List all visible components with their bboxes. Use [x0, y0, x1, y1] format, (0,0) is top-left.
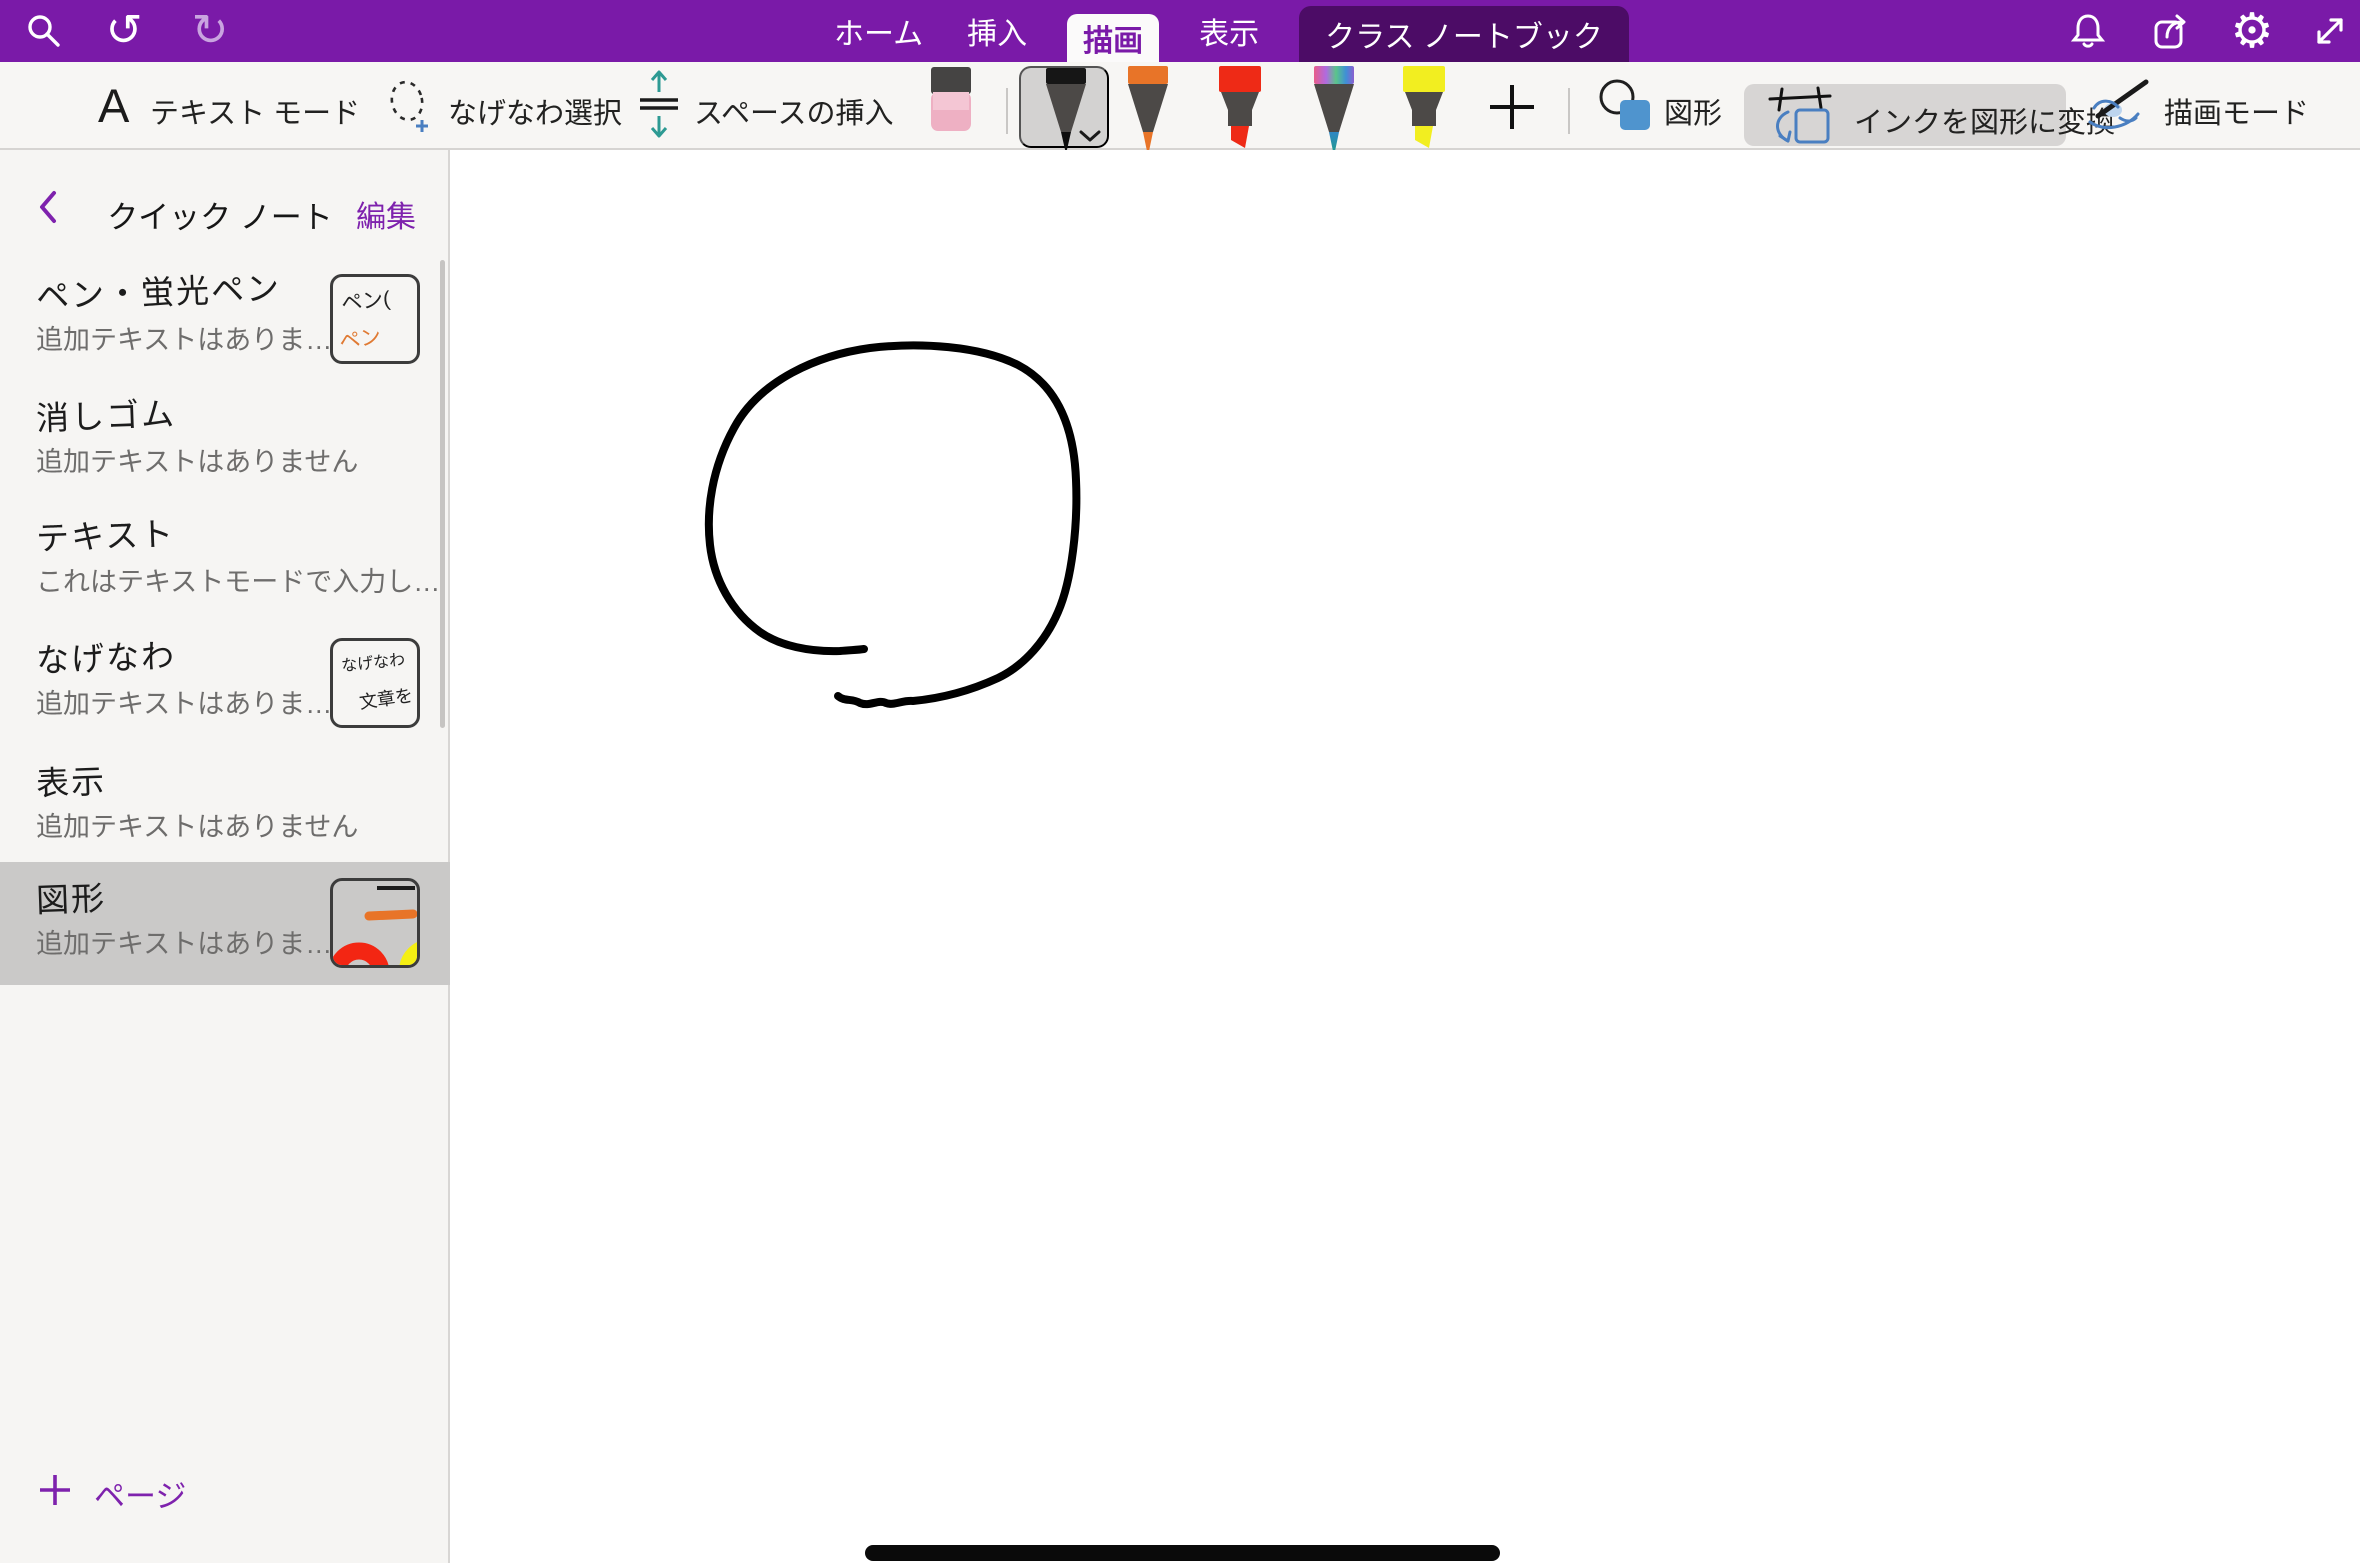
page-list-item[interactable]: 表示 追加テキストはありません: [0, 745, 450, 867]
home-indicator-bar[interactable]: [865, 1545, 1500, 1561]
shapes-label: 図形: [1664, 90, 1722, 132]
plus-icon: [38, 1473, 72, 1507]
thumb-ink-black: ペン(: [340, 283, 392, 318]
page-thumbnail: ペン( ペン: [330, 274, 420, 364]
draw-mode-hand-pen-icon: [2086, 74, 2154, 136]
undo-icon[interactable]: ↺: [96, 0, 152, 62]
tab-insert[interactable]: 挿入: [963, 0, 1031, 62]
text-mode-button[interactable]: A テキスト モード: [96, 76, 336, 136]
fullscreen-expand-icon[interactable]: [2304, 0, 2356, 62]
page-list-sidebar: クイック ノート 編集 ペン・蛍光ペン 追加テキストはありま… ペン( ペン 消…: [0, 150, 450, 1563]
page-thumbnail: [330, 878, 420, 968]
shapes-icon: [1596, 76, 1654, 132]
page-list-item[interactable]: ペン・蛍光ペン 追加テキストはありま… ペン( ペン: [0, 258, 450, 380]
text-mode-label: テキスト モード: [150, 90, 360, 132]
pen-options-chevron-down-icon: [1079, 130, 1101, 142]
page-subtitle: 追加テキストはありません: [36, 805, 358, 844]
draw-mode-label: 描画モード: [2164, 90, 2309, 132]
ink-to-shape-label: インクを図形に変換: [1854, 99, 2115, 141]
notifications-bell-icon[interactable]: [2062, 0, 2114, 62]
page-title-handwritten: 図形: [35, 872, 107, 922]
page-thumbnail: なげなわ 文章を: [330, 638, 420, 728]
page-title-handwritten: なげなわ: [35, 629, 177, 682]
add-pen-button[interactable]: [1488, 82, 1538, 132]
back-chevron-icon[interactable]: [38, 190, 58, 224]
lasso-select-button[interactable]: なげなわ選択: [386, 74, 602, 138]
thumb-ink-orange: ペン: [337, 320, 383, 356]
add-page-button[interactable]: ページ: [0, 1455, 450, 1525]
share-icon[interactable]: [2146, 0, 2198, 62]
edit-button[interactable]: 編集: [356, 192, 416, 236]
redo-icon[interactable]: ↻: [182, 0, 238, 62]
page-subtitle: 追加テキストはありません: [36, 440, 358, 479]
page-list-item-selected[interactable]: 図形 追加テキストはありま…: [0, 862, 450, 985]
rainbow-pen-tool[interactable]: [1312, 66, 1356, 158]
note-canvas[interactable]: [450, 150, 2360, 1563]
page-title-handwritten: ペン・蛍光ペン: [35, 261, 282, 318]
page-title-handwritten: テキスト: [35, 507, 176, 560]
draw-toolbar: A テキスト モード なげなわ選択 スペースの挿入: [0, 62, 2360, 150]
gear-glyph: ⚙: [2230, 7, 2273, 55]
onenote-app: ↺ ↻ ホーム 挿入 描画 表示 クラス ノートブック ⚙ A テキスト モード: [0, 0, 2360, 1563]
tab-view[interactable]: 表示: [1195, 0, 1263, 62]
insert-space-button[interactable]: スペースの挿入: [636, 70, 880, 142]
page-subtitle: 追加テキストはありま…: [36, 922, 332, 961]
search-icon[interactable]: [18, 0, 70, 62]
toolbar-divider: [1568, 88, 1570, 134]
ink-stroke-circle: [450, 150, 2360, 1563]
insert-space-label: スペースの挿入: [694, 90, 894, 132]
page-title-handwritten: 消しゴム: [35, 387, 177, 440]
ink-to-shape-icon: [1762, 86, 1842, 144]
thumb-ink-black: 文章を: [357, 681, 414, 714]
black-pen-tool-selected[interactable]: [1019, 66, 1109, 148]
page-list-item[interactable]: 消しゴム 追加テキストはありません: [0, 380, 450, 502]
settings-gear-icon[interactable]: ⚙: [2226, 0, 2278, 62]
shapes-button[interactable]: 図形: [1596, 76, 1722, 136]
notebook-section-title: クイック ノート: [105, 192, 335, 237]
page-list-item[interactable]: テキスト これはテキストモードで入力し…: [0, 500, 450, 622]
tab-draw[interactable]: 描画: [1067, 14, 1159, 62]
toolbar-divider: [1006, 88, 1008, 134]
red-marker-tool[interactable]: [1218, 66, 1262, 158]
plus-icon: [1488, 83, 1536, 131]
eraser-tool[interactable]: [930, 66, 974, 132]
page-list-item[interactable]: なげなわ 追加テキストはありま… なげなわ 文章を: [0, 622, 450, 744]
tab-home[interactable]: ホーム: [830, 0, 927, 62]
sidebar-scrollbar[interactable]: [440, 260, 445, 728]
page-subtitle: これはテキストモードで入力し…: [36, 560, 440, 599]
orange-pen-tool[interactable]: [1126, 66, 1170, 158]
page-subtitle: 追加テキストはありま…: [36, 318, 332, 357]
thumb-ink-black: なげなわ: [340, 646, 406, 677]
page-subtitle: 追加テキストはありま…: [36, 682, 332, 721]
lasso-icon: [386, 76, 436, 134]
tab-class-notebook[interactable]: クラス ノートブック: [1299, 6, 1629, 62]
add-page-label: ページ: [94, 1471, 186, 1516]
ink-to-shape-toggle[interactable]: インクを図形に変換: [1744, 84, 2066, 146]
insert-space-icon: [636, 70, 682, 138]
thumb-shapes-drawing: [333, 881, 417, 965]
redo-glyph: ↻: [192, 9, 229, 53]
draw-mode-button[interactable]: 描画モード: [2086, 74, 2336, 138]
undo-glyph: ↺: [106, 9, 143, 53]
lasso-select-label: なげなわ選択: [448, 90, 622, 132]
text-mode-icon: A: [98, 78, 129, 133]
ribbon-tabs: ホーム 挿入 描画 表示 クラス ノートブック: [830, 0, 1629, 62]
yellow-highlighter-tool[interactable]: [1402, 66, 1446, 158]
page-title-handwritten: 表示: [35, 755, 107, 805]
top-bar: ↺ ↻ ホーム 挿入 描画 表示 クラス ノートブック ⚙: [0, 0, 2360, 62]
black-pen-icon: [1044, 68, 1088, 160]
